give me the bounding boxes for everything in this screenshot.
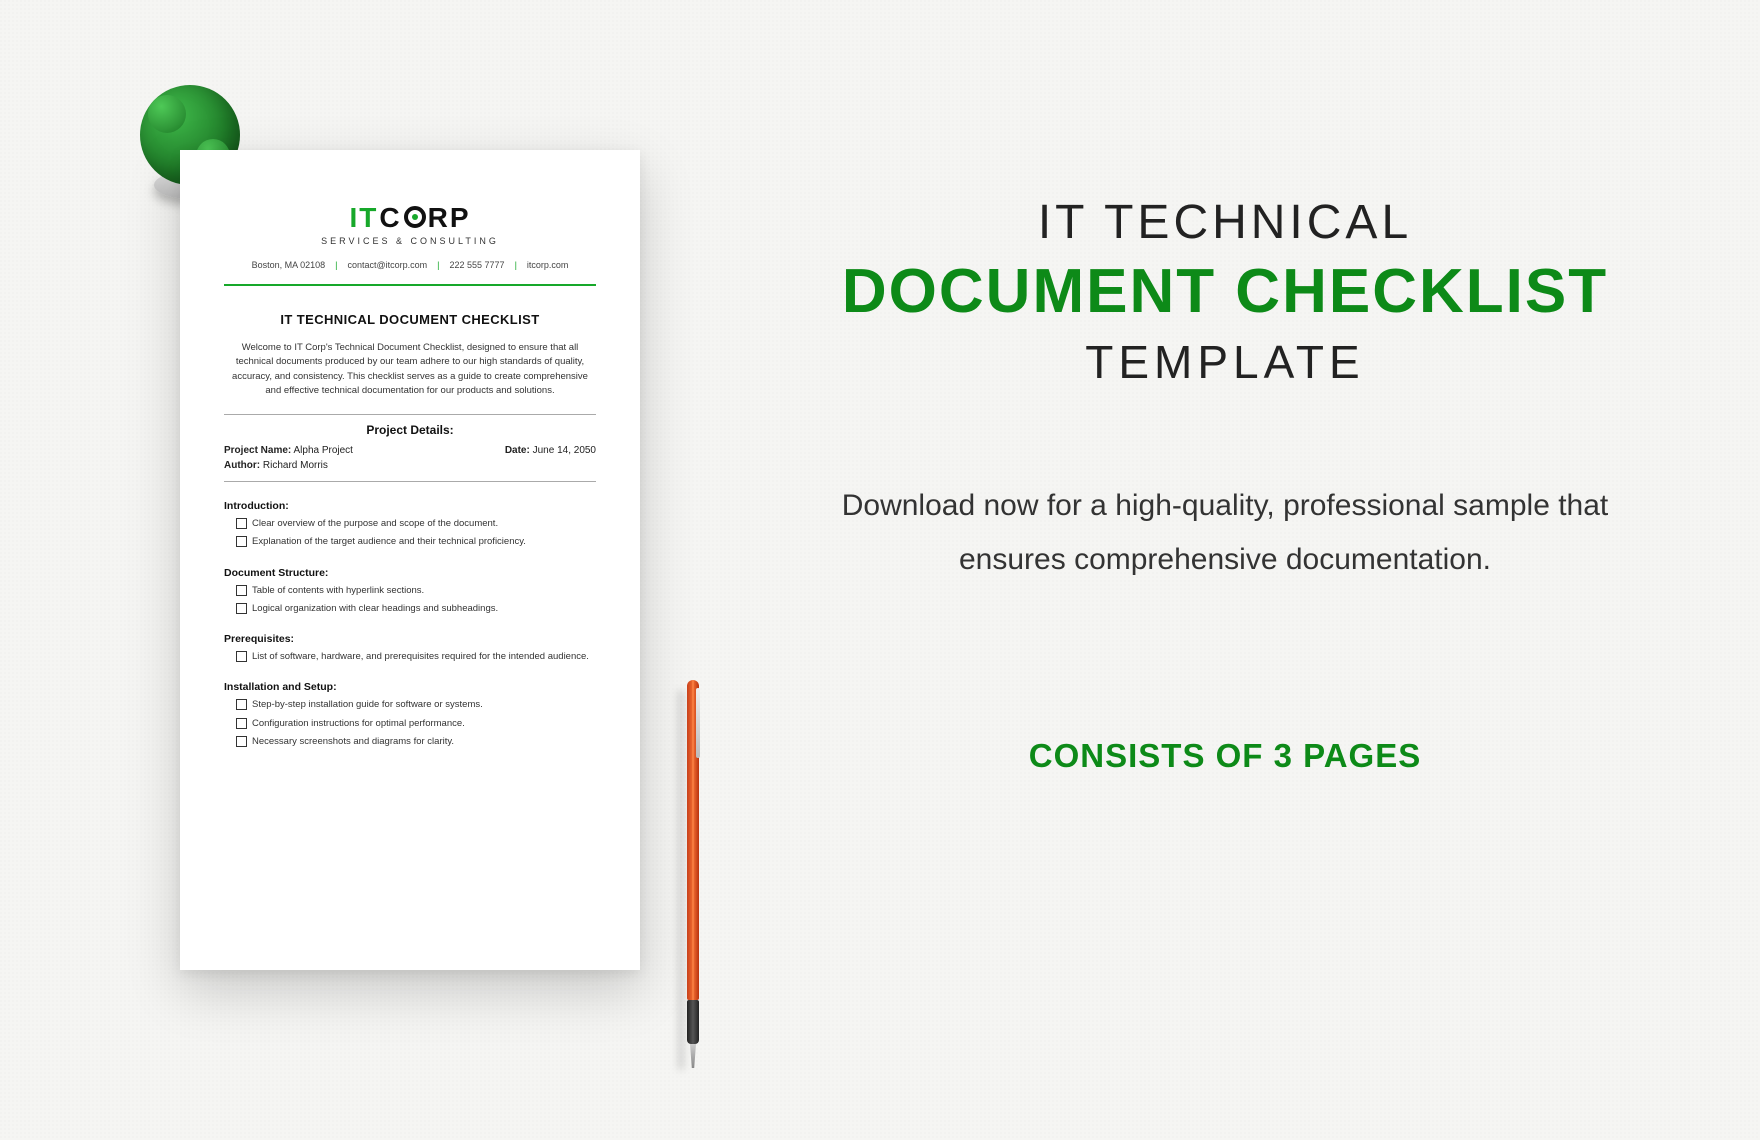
- intro-paragraph: Welcome to IT Corp's Technical Document …: [224, 341, 596, 398]
- date-label: Date:: [505, 445, 530, 456]
- section-title: Prerequisites:: [224, 633, 596, 645]
- logo-subtitle: SERVICES & CONSULTING: [224, 236, 596, 246]
- promo-title-line1: IT TECHNICAL: [820, 195, 1630, 250]
- project-details-row: Project Name: Alpha Project Date: June 1…: [224, 445, 596, 456]
- checklist-section: Installation and Setup: Step-by-step inst…: [224, 681, 596, 748]
- checklist-section: Document Structure: Table of contents wit…: [224, 567, 596, 616]
- page-count-label: CONSISTS OF 3 PAGES: [820, 737, 1630, 775]
- promo-title-line2: DOCUMENT CHECKLIST: [820, 256, 1630, 327]
- contact-email: contact@itcorp.com: [347, 260, 427, 270]
- promo-description: Download now for a high-quality, profess…: [820, 479, 1630, 587]
- logo: ITC RP SERVICES & CONSULTING: [224, 202, 596, 246]
- logo-c: C: [379, 202, 401, 234]
- project-name-value: Alpha Project: [293, 445, 352, 456]
- checklist-item: Clear overview of the purpose and scope …: [224, 517, 596, 530]
- section-title: Introduction:: [224, 500, 596, 512]
- checklist-item: Table of contents with hyperlink section…: [224, 584, 596, 597]
- checklist-item: List of software, hardware, and prerequi…: [224, 650, 596, 663]
- project-name-label: Project Name:: [224, 445, 291, 456]
- checklist-item: Configuration instructions for optimal p…: [224, 717, 596, 730]
- logo-it: IT: [349, 202, 378, 234]
- contact-site: itcorp.com: [527, 260, 569, 270]
- section-title: Installation and Setup:: [224, 681, 596, 693]
- author-value: Richard Morris: [263, 460, 328, 471]
- section-title: Document Structure:: [224, 567, 596, 579]
- checklist-item: Step-by-step installation guide for soft…: [224, 698, 596, 711]
- pen-decoration: [684, 680, 702, 1080]
- divider: [224, 414, 596, 415]
- checklist-section: Prerequisites: List of software, hardware…: [224, 633, 596, 663]
- project-details-heading: Project Details:: [224, 423, 596, 437]
- contact-line: Boston, MA 02108 | contact@itcorp.com | …: [224, 260, 596, 270]
- contact-phone: 222 555 7777: [450, 260, 505, 270]
- date-value: June 14, 2050: [533, 445, 596, 456]
- checklist-item: Explanation of the target audience and t…: [224, 535, 596, 548]
- document-title: IT TECHNICAL DOCUMENT CHECKLIST: [224, 312, 596, 327]
- promo-column: IT TECHNICAL DOCUMENT CHECKLIST TEMPLATE…: [820, 195, 1630, 775]
- divider: [224, 481, 596, 482]
- author-label: Author:: [224, 460, 260, 471]
- checklist-section: Introduction: Clear overview of the purpo…: [224, 500, 596, 549]
- document-preview: ITC RP SERVICES & CONSULTING Boston, MA 0…: [180, 150, 640, 970]
- checklist-item: Necessary screenshots and diagrams for c…: [224, 735, 596, 748]
- promo-title-line3: TEMPLATE: [820, 335, 1630, 389]
- contact-address: Boston, MA 02108: [252, 260, 326, 270]
- logo-o-icon: [404, 206, 426, 228]
- logo-rp: RP: [428, 202, 471, 234]
- checklist-item: Logical organization with clear headings…: [224, 602, 596, 615]
- green-divider: [224, 284, 596, 286]
